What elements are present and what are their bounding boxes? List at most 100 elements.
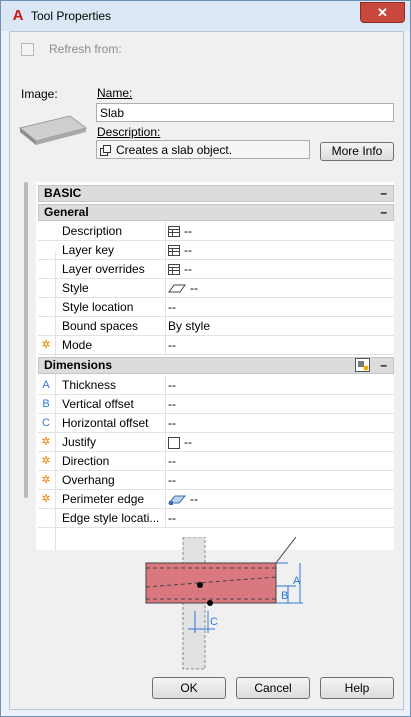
general-row[interactable]: Bound spaces By style: [38, 317, 394, 336]
dimension-row[interactable]: B Vertical offset --: [38, 395, 394, 414]
property-name: Layer key: [62, 243, 115, 257]
dimension-options-icon[interactable]: [355, 358, 371, 373]
general-row[interactable]: Layer key --: [38, 241, 394, 260]
dimension-marker-c: C: [42, 417, 50, 429]
dimension-row[interactable]: ✲ Perimeter edge --: [38, 490, 394, 509]
name-input[interactable]: Slab: [96, 103, 394, 122]
asterisk-marker-icon: ✲: [41, 493, 51, 505]
property-value[interactable]: By style: [168, 317, 210, 335]
property-value[interactable]: --: [168, 490, 198, 508]
dimension-row[interactable]: Edge style locati... --: [38, 509, 394, 528]
more-info-button[interactable]: More Info: [320, 142, 394, 161]
property-value[interactable]: --: [168, 471, 176, 489]
description-label: Description:: [97, 125, 160, 139]
property-value-text: --: [184, 262, 192, 276]
property-name: Perimeter edge: [62, 492, 145, 506]
general-row[interactable]: Description --: [38, 222, 394, 241]
collapse-dimensions-icon[interactable]: –: [380, 358, 387, 373]
description-field[interactable]: Creates a slab object.: [96, 140, 310, 159]
ok-button[interactable]: OK: [152, 677, 226, 699]
diagram-label-b: B: [281, 590, 288, 602]
refresh-checkbox[interactable]: [21, 43, 34, 56]
table-icon[interactable]: [168, 226, 180, 238]
diagram-label-a: A: [293, 575, 301, 587]
property-name: Direction: [62, 454, 110, 468]
property-value[interactable]: --: [168, 376, 176, 394]
asterisk-marker-icon: ✲: [41, 474, 51, 486]
table-icon[interactable]: [168, 264, 180, 276]
column-separator: [165, 279, 166, 297]
property-value[interactable]: --: [168, 241, 192, 259]
column-separator: [165, 490, 166, 508]
table-icon[interactable]: [168, 245, 180, 257]
property-value-text: --: [190, 492, 198, 506]
property-value-text: --: [168, 454, 176, 468]
column-separator: [165, 222, 166, 240]
property-value[interactable]: --: [168, 509, 176, 527]
palette-scroll-rail[interactable]: [24, 182, 28, 498]
column-separator: [165, 395, 166, 413]
property-value-text: --: [184, 243, 192, 257]
perimeter-edge-icon[interactable]: [168, 494, 186, 506]
property-value[interactable]: --: [168, 279, 198, 297]
general-row[interactable]: Style location --: [38, 298, 394, 317]
dimension-marker-b: B: [42, 398, 50, 410]
description-label-text: Description:: [97, 125, 161, 139]
property-name: Horizontal offset: [62, 416, 149, 430]
help-button[interactable]: Help: [320, 677, 394, 699]
property-value-text: --: [168, 397, 176, 411]
close-button[interactable]: ✕: [360, 2, 405, 23]
property-value[interactable]: --: [168, 336, 176, 354]
general-row[interactable]: ✲ Mode --: [38, 336, 394, 355]
dimension-row[interactable]: ✲ Overhang --: [38, 471, 394, 490]
dimension-row[interactable]: ✲ Direction --: [38, 452, 394, 471]
collapse-basic-icon[interactable]: –: [380, 186, 387, 201]
category-dimensions[interactable]: Dimensions –: [38, 357, 394, 374]
property-name: Style: [62, 281, 89, 295]
property-value[interactable]: --: [168, 433, 192, 451]
general-row[interactable]: Layer overrides --: [38, 260, 394, 279]
diagram-label-c: C: [210, 616, 218, 628]
slab-dimension-diagram: A B C: [145, 537, 303, 670]
column-separator: [165, 241, 166, 259]
category-basic-label: BASIC: [44, 186, 82, 200]
column-separator: [165, 260, 166, 278]
dialog-client: Refresh from: Image: Name: Slab Descript…: [9, 31, 404, 710]
property-value-text: --: [184, 224, 192, 238]
property-value-text: --: [190, 281, 198, 295]
category-basic[interactable]: BASIC –: [38, 185, 394, 202]
property-value-text: By style: [168, 319, 211, 333]
property-value-text: --: [168, 300, 176, 314]
slab-style-icon[interactable]: [168, 284, 186, 294]
asterisk-marker-icon: ✲: [41, 339, 51, 351]
dimension-row[interactable]: A Thickness --: [38, 376, 394, 395]
property-value[interactable]: --: [168, 222, 192, 240]
column-separator: [165, 452, 166, 470]
dimension-row[interactable]: ✲ Justify --: [38, 433, 394, 452]
property-value[interactable]: --: [168, 395, 176, 413]
slab-tool-image: [18, 115, 88, 145]
property-value-text: --: [184, 435, 192, 449]
property-value[interactable]: --: [168, 298, 176, 316]
column-separator: [165, 433, 166, 451]
general-row[interactable]: Style --: [38, 279, 394, 298]
property-value[interactable]: --: [168, 414, 176, 432]
dimension-row[interactable]: C Horizontal offset --: [38, 414, 394, 433]
asterisk-marker-icon: ✲: [41, 436, 51, 448]
refresh-label: Refresh from:: [49, 42, 122, 56]
category-general[interactable]: General –: [38, 204, 394, 221]
property-value[interactable]: --: [168, 260, 192, 278]
description-icon: [100, 144, 111, 156]
collapse-general-icon[interactable]: –: [380, 205, 387, 220]
property-value-text: --: [168, 378, 176, 392]
title-bar[interactable]: A Tool Properties ✕: [1, 1, 410, 31]
justify-icon[interactable]: [168, 436, 180, 449]
property-value-text: --: [168, 416, 176, 430]
column-separator: [165, 414, 166, 432]
asterisk-marker-icon: ✲: [41, 455, 51, 467]
property-value[interactable]: --: [168, 452, 176, 470]
column-separator: [165, 298, 166, 316]
dimension-marker-a: A: [42, 379, 50, 391]
cancel-button[interactable]: Cancel: [236, 677, 310, 699]
tool-properties-window: A Tool Properties ✕ Refresh from: Image:…: [0, 0, 411, 717]
